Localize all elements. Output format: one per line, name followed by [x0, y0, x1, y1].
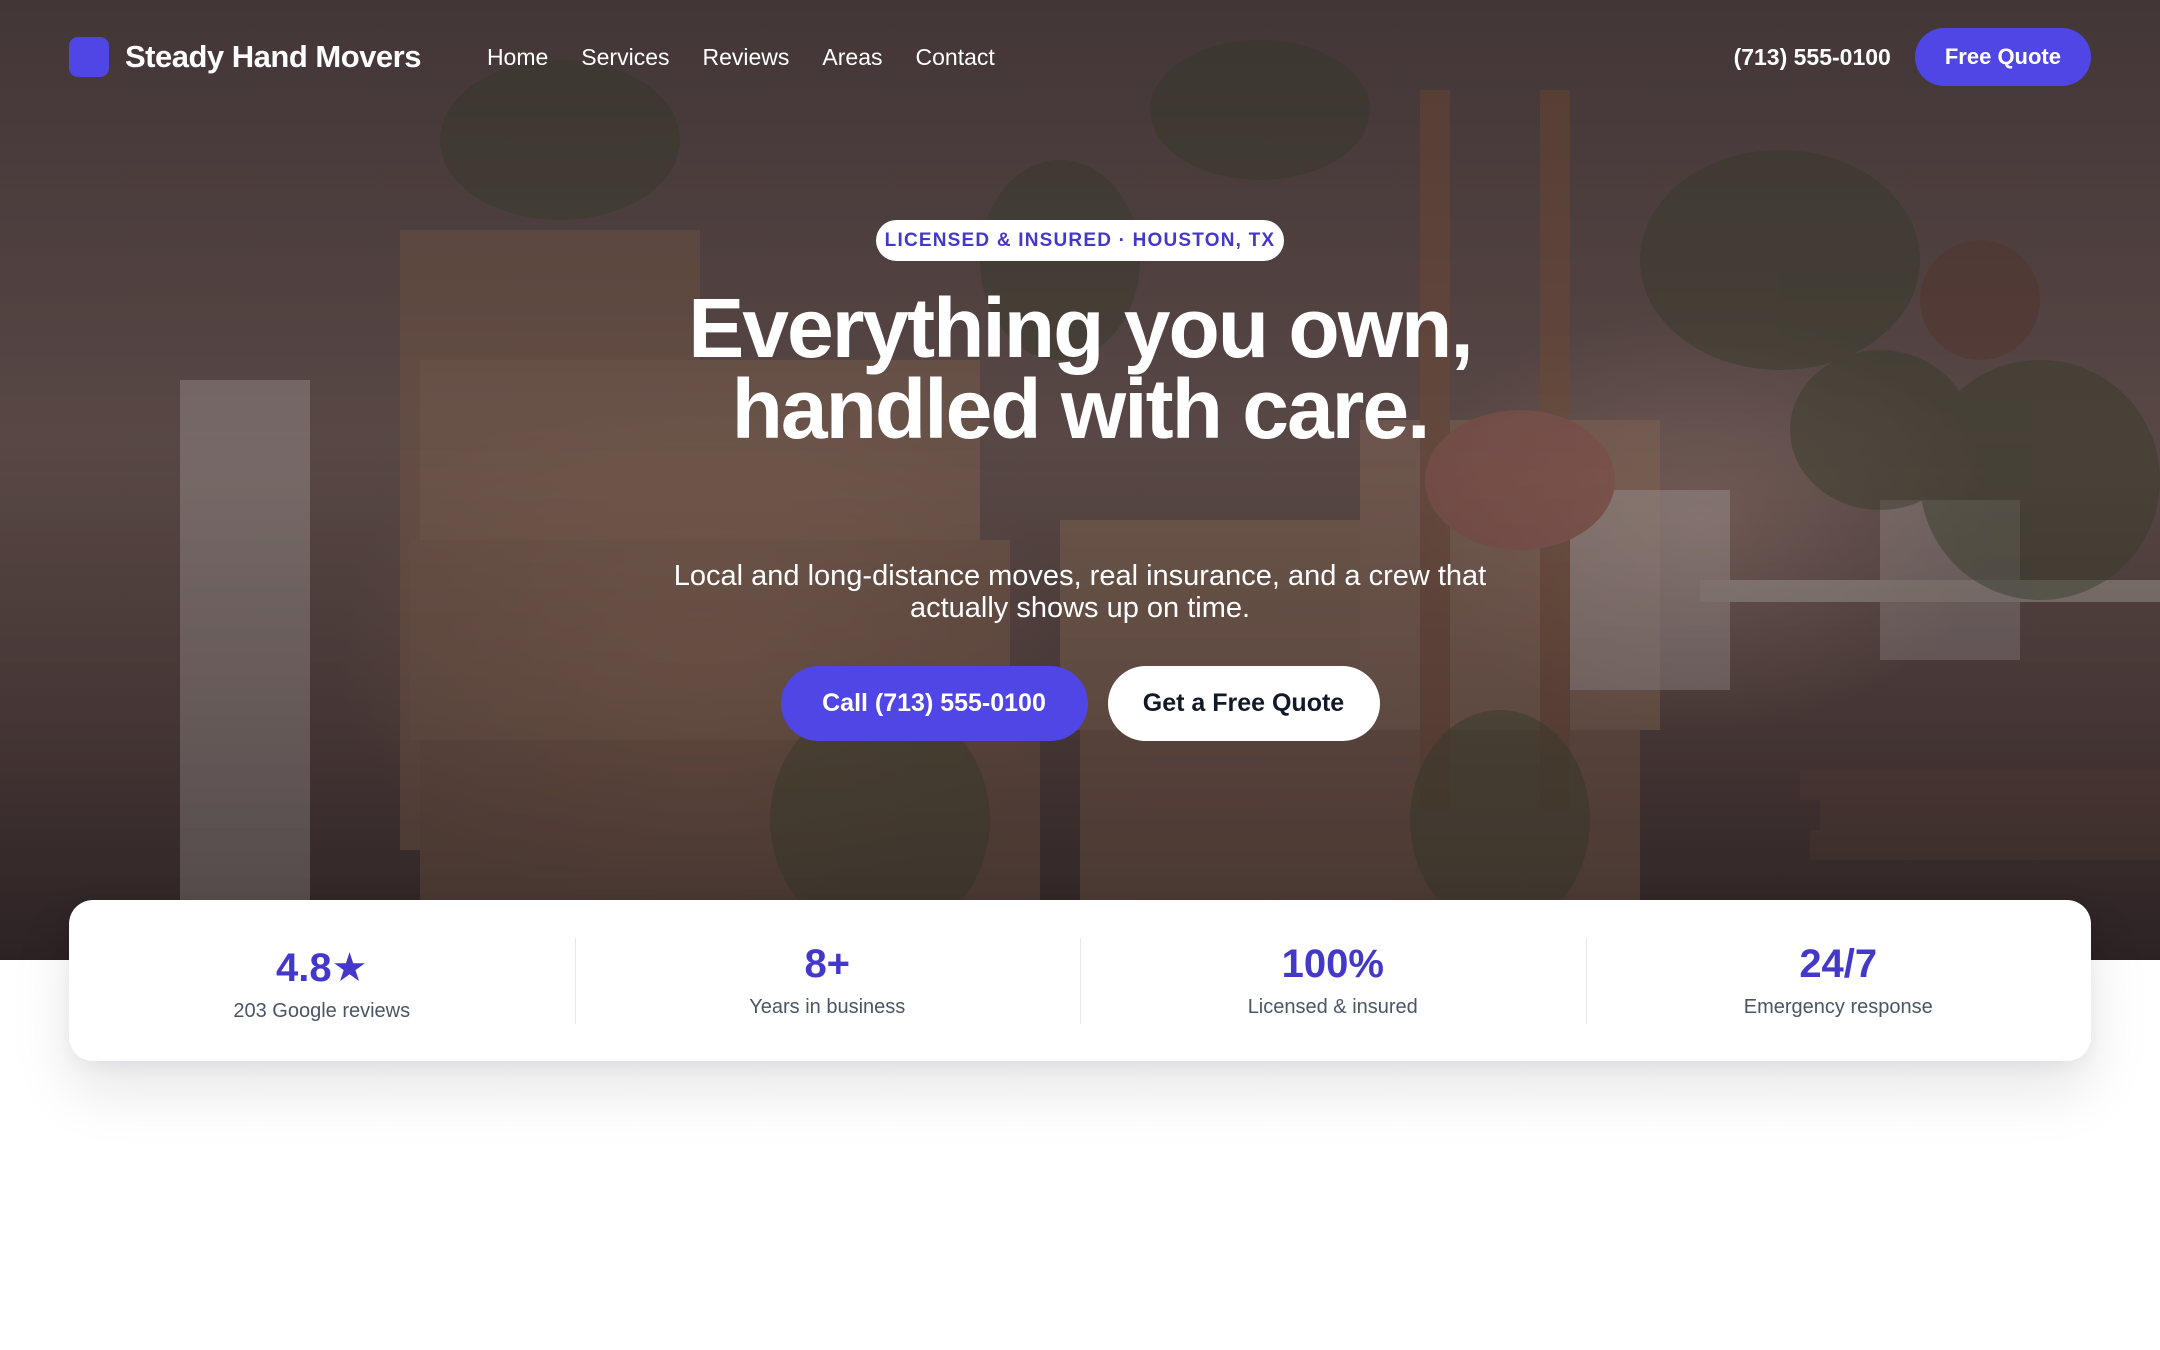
stat-rating: 4.8★ 203 Google reviews: [69, 938, 575, 1024]
stat-insured: 100% Licensed & insured: [1080, 937, 1586, 1024]
hero-overlay: [0, 0, 2160, 960]
stats-card: 4.8★ 203 Google reviews 8+ Years in busi…: [69, 900, 2091, 1061]
hero-subheadline: Local and long-distance moves, real insu…: [673, 560, 1487, 624]
logo-icon[interactable]: [69, 37, 109, 77]
nav-link-home[interactable]: Home: [487, 44, 548, 71]
nav-link-services[interactable]: Services: [581, 44, 669, 71]
top-navigation: Steady Hand Movers Home Services Reviews…: [69, 27, 2091, 87]
nav-phone-link[interactable]: (713) 555-0100: [1734, 44, 1891, 71]
hero-section: Steady Hand Movers Home Services Reviews…: [0, 0, 2160, 960]
hero-headline: Everything you own, handled with care.: [688, 281, 1473, 456]
stat-label: 203 Google reviews: [233, 1000, 411, 1022]
stat-value: 100%: [1281, 942, 1384, 986]
brand-name[interactable]: Steady Hand Movers: [125, 39, 421, 75]
stat-value: 8+: [804, 942, 851, 986]
nav-links: Home Services Reviews Areas Contact: [487, 44, 995, 71]
nav-link-reviews[interactable]: Reviews: [703, 44, 790, 71]
nav-link-contact[interactable]: Contact: [916, 44, 995, 71]
nav-link-areas[interactable]: Areas: [822, 44, 882, 71]
stat-label: Years in business: [749, 996, 906, 1018]
stat-years: 8+ Years in business: [574, 937, 1081, 1024]
nav-actions: (713) 555-0100 Free Quote: [1734, 28, 2091, 86]
stat-label: Emergency response: [1743, 996, 1933, 1018]
stat-value: 4.8★: [276, 946, 368, 990]
stat-label: Licensed & insured: [1247, 996, 1418, 1018]
stat-value: 24/7: [1799, 942, 1878, 986]
get-quote-button[interactable]: Get a Free Quote: [1107, 666, 1380, 741]
free-quote-button[interactable]: Free Quote: [1914, 28, 2091, 86]
call-button[interactable]: Call (713) 555-0100: [780, 666, 1088, 741]
stat-emergency: 24/7 Emergency response: [1585, 937, 2092, 1024]
hero-cta-group: Call (713) 555-0100 Get a Free Quote: [0, 666, 2160, 741]
license-badge: LICENSED & INSURED · HOUSTON, TX: [876, 220, 1284, 261]
